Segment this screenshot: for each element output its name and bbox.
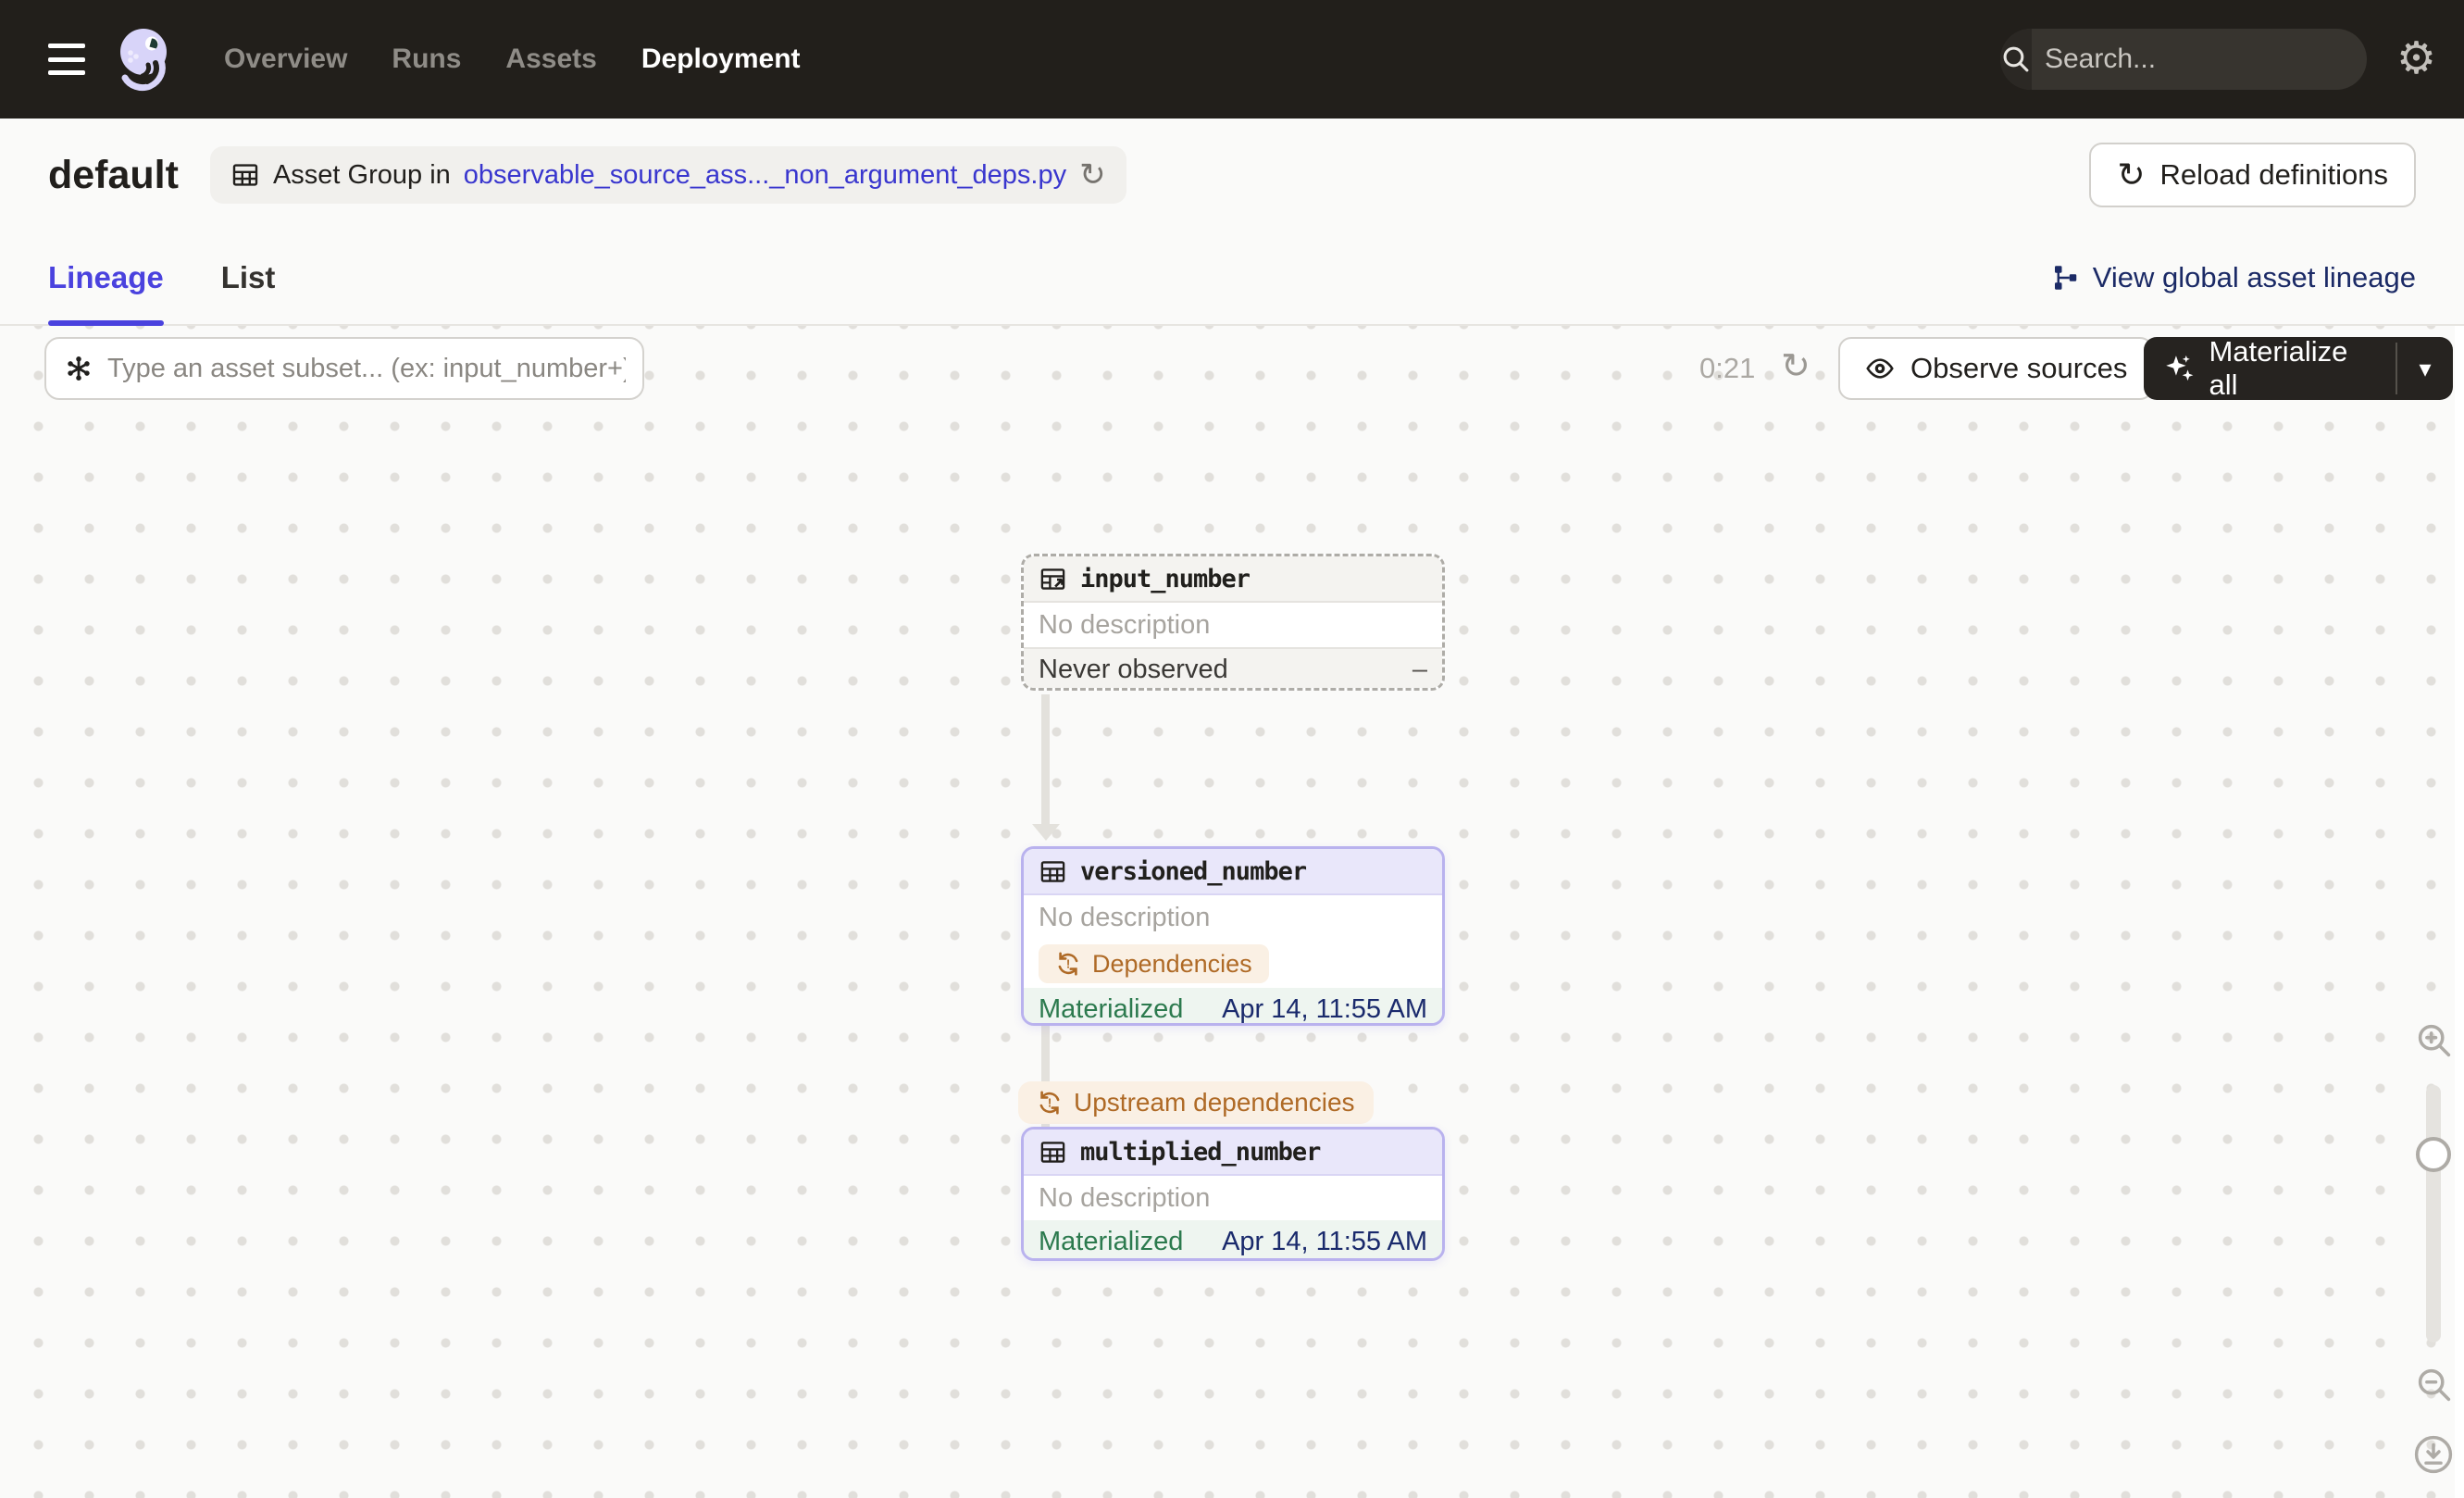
status-label: Never observed [1039,655,1228,684]
asset-description: No description [1039,1182,1211,1213]
dependencies-badge-label: Dependencies [1092,949,1252,978]
asset-subset-filter[interactable] [44,337,644,400]
reload-definitions-label: Reload definitions [2159,158,2388,191]
dagster-logo-icon[interactable] [115,24,176,94]
materialize-caret-button[interactable]: ▾ [2397,337,2453,400]
refresh-timer: 0:21 [1699,352,1756,384]
asset-node-input-number[interactable]: input_number No description Never observ… [1021,554,1445,691]
search-icon [1999,29,2032,90]
nav-item-runs[interactable]: Runs [392,44,461,75]
materialize-all-label: Materialize all [2209,335,2348,401]
nav-item-overview[interactable]: Overview [224,44,347,75]
search-input[interactable] [2031,44,2367,75]
asset-badge-row: ! Dependencies [1024,940,1442,988]
observe-sources-button[interactable]: Observe sources [1838,337,2154,400]
asset-subset-input[interactable] [107,353,626,384]
asset-status-row: Materialized Apr 14, 11:55 AM [1024,1220,1442,1258]
dependencies-changed-badge[interactable]: ! Dependencies [1039,944,1269,983]
asset-name: versioned_number [1080,856,1307,886]
status-label: Materialized [1039,994,1184,1024]
tabs-row: Lineage List View global asset lineage [0,231,2464,326]
materialize-all-main[interactable]: Materialize all [2144,335,2396,401]
observe-sources-label: Observe sources [1910,352,2128,384]
edge-input-to-versioned [1041,694,1050,824]
page-header: default Asset Group in observable_source… [0,119,2464,231]
hamburger-menu-icon[interactable] [48,44,85,75]
asset-node-multiplied-number[interactable]: multiplied_number No description Materia… [1021,1127,1445,1261]
observable-source-asset-icon [1040,568,1065,590]
table-asset-icon [1040,860,1065,882]
asset-status-row: Materialized Apr 14, 11:55 AM [1024,988,1442,1024]
breadcrumb-file-link[interactable]: observable_source_ass..._non_argument_de… [464,160,1066,191]
canvas-refresh-icon[interactable]: ↻ [1781,337,1811,400]
zoom-slider-handle[interactable] [2416,1137,2451,1172]
page-title: default [48,152,179,197]
top-nav: Overview Runs Assets Deployment / ⚙ [0,0,2464,119]
global-search[interactable]: / [1999,29,2367,90]
primary-nav: Overview Runs Assets Deployment [224,44,801,75]
node-header: input_number [1024,556,1442,603]
zoom-in-icon[interactable] [2414,1020,2455,1061]
table-asset-icon [1040,1141,1065,1163]
view-global-label: View global asset lineage [2092,261,2416,293]
asset-description: No description [1039,609,1211,640]
breadcrumb-prefix: Asset Group in [272,159,451,190]
status-timestamp: Apr 14, 11:55 AM [1222,1227,1427,1256]
reload-icon: ↻ [2117,156,2146,193]
edge-arrowhead [1032,824,1060,841]
node-header: versioned_number [1024,849,1442,895]
upstream-dependencies-badge[interactable]: ! Upstream dependencies [1018,1081,1374,1124]
zoom-slider-track[interactable] [2426,1085,2441,1342]
caret-down-icon: ▾ [2419,354,2432,382]
status-timestamp: Apr 14, 11:55 AM [1222,994,1427,1024]
view-global-asset-lineage-link[interactable]: View global asset lineage [2052,261,2416,294]
changed-icon: ! [1039,1091,1060,1115]
node-header: multiplied_number [1024,1130,1442,1176]
breadcrumb-refresh-icon[interactable]: ↻ [1079,159,1106,191]
lineage-canvas[interactable]: 0:21 ↻ Observe sources Materialize all ▾ [0,326,2464,1498]
asset-graph-filter-icon [68,356,90,381]
changed-icon: ! [1058,952,1078,976]
svg-text:!: ! [1048,1096,1052,1110]
asset-status-row: Never observed – [1024,647,1442,688]
asset-name: input_number [1080,564,1251,593]
reload-definitions-button[interactable]: ↻ Reload definitions [2089,143,2416,207]
svg-text:!: ! [1066,957,1070,971]
upstream-dependencies-label: Upstream dependencies [1074,1088,1355,1117]
asset-description: No description [1039,902,1211,932]
status-value: – [1412,655,1427,684]
sparkles-icon [2166,355,2194,381]
tab-lineage[interactable]: Lineage [48,231,164,326]
eye-icon [1866,358,1894,379]
asset-name: multiplied_number [1080,1137,1321,1167]
status-label: Materialized [1039,1227,1184,1256]
nav-item-assets[interactable]: Assets [505,44,596,75]
asset-node-versioned-number[interactable]: versioned_number No description ! Depend… [1021,846,1445,1026]
breadcrumb: Asset Group in observable_source_ass..._… [209,146,1126,204]
materialize-all-button[interactable]: Materialize all ▾ [2144,335,2453,401]
lineage-graph-icon [2054,266,2076,290]
nav-item-deployment[interactable]: Deployment [641,44,801,75]
asset-group-icon [232,164,258,186]
zoom-out-icon[interactable] [2414,1365,2455,1405]
scrollbar-gutter [2455,326,2464,1498]
gear-icon[interactable]: ⚙ [2396,37,2436,81]
tab-list[interactable]: List [221,231,276,324]
download-image-icon[interactable] [2412,1433,2455,1476]
